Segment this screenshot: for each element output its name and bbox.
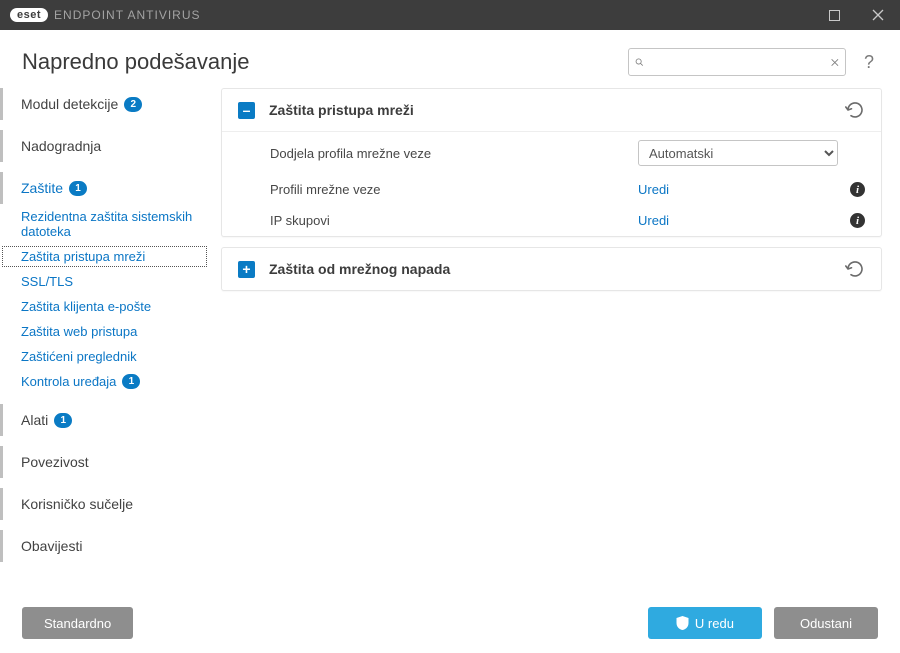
close-icon	[872, 9, 884, 21]
panel-mrezni-napad: + Zaštita od mrežnog napada	[221, 247, 882, 291]
sidebar-item-zastite[interactable]: Zaštite 1	[0, 172, 209, 204]
sidebar-item-web[interactable]: Zaštita web pristupa	[0, 319, 209, 344]
badge: 2	[124, 97, 142, 112]
row-label: Profili mrežne veze	[270, 182, 626, 197]
search-icon	[635, 55, 643, 69]
sidebar-item-label: Rezidentna zaštita sistemskih datoteka	[21, 209, 195, 239]
sidebar-item-label: Zaštita klijenta e-pošte	[21, 299, 151, 314]
default-button[interactable]: Standardno	[22, 607, 133, 639]
sidebar-item-obavijesti[interactable]: Obavijesti	[0, 530, 209, 562]
sidebar-item-label: SSL/TLS	[21, 274, 73, 289]
sidebar-item-nadogradnja[interactable]: Nadogradnja	[0, 130, 209, 162]
maximize-button[interactable]	[812, 0, 856, 30]
titlebar: eset ENDPOINT ANTIVIRUS	[0, 0, 900, 30]
clear-icon[interactable]	[831, 56, 839, 69]
footer: Standardno U redu Odustani	[0, 593, 900, 653]
info-icon[interactable]: i	[850, 182, 865, 197]
sidebar-item-eposta[interactable]: Zaštita klijenta e-pošte	[0, 294, 209, 319]
sidebar-item-sucelje[interactable]: Korisničko sučelje	[0, 488, 209, 520]
edit-link[interactable]: Uredi	[638, 182, 669, 197]
row-label: IP skupovi	[270, 213, 626, 228]
sidebar-item-uredjaji[interactable]: Kontrola uređaja 1	[0, 369, 209, 394]
window-buttons	[812, 0, 900, 30]
profile-assign-select[interactable]: Automatski	[638, 140, 838, 166]
badge: 1	[69, 181, 87, 196]
search-input[interactable]	[649, 55, 825, 70]
sidebar-item-label: Alati	[21, 412, 48, 428]
collapse-icon[interactable]: –	[238, 102, 255, 119]
sidebar-item-povezivost[interactable]: Povezivost	[0, 446, 209, 478]
shield-icon	[676, 616, 689, 630]
sidebar-item-label: Povezivost	[21, 454, 89, 470]
badge: 1	[54, 413, 72, 428]
sidebar-item-label: Kontrola uređaja	[21, 374, 116, 389]
sidebar-item-label: Zaštita pristupa mreži	[21, 249, 145, 264]
square-icon	[829, 10, 840, 21]
sidebar-item-pristup-mrezi[interactable]: Zaštita pristupa mreži	[0, 244, 209, 269]
info-icon[interactable]: i	[850, 213, 865, 228]
badge: 1	[122, 374, 140, 389]
panel-pristup-mrezi: – Zaštita pristupa mreži Dodjela profila…	[221, 88, 882, 237]
panel-header[interactable]: – Zaštita pristupa mreži	[222, 89, 881, 131]
panel-header[interactable]: + Zaštita od mrežnog napada	[222, 248, 881, 290]
row-profile-assign: Dodjela profila mrežne veze Automatski	[222, 132, 881, 174]
panel-title: Zaštita pristupa mreži	[269, 102, 831, 118]
cancel-button[interactable]: Odustani	[774, 607, 878, 639]
ok-label: U redu	[695, 616, 734, 631]
brand: eset ENDPOINT ANTIVIRUS	[10, 8, 201, 22]
sidebar-item-rezidentna[interactable]: Rezidentna zaštita sistemskih datoteka	[0, 204, 209, 244]
panel-title: Zaštita od mrežnog napada	[269, 261, 831, 277]
row-label: Dodjela profila mrežne veze	[270, 146, 626, 161]
sidebar-item-label: Zaštite	[21, 180, 63, 196]
sidebar-item-label: Zaštićeni preglednik	[21, 349, 137, 364]
row-profiles: Profili mrežne veze Uredi i	[222, 174, 881, 205]
sidebar-item-label: Korisničko sučelje	[21, 496, 133, 512]
help-button[interactable]: ?	[860, 52, 878, 73]
product-name: ENDPOINT ANTIVIRUS	[54, 8, 200, 22]
content: – Zaštita pristupa mreži Dodjela profila…	[217, 88, 900, 593]
sidebar-item-label: Modul detekcije	[21, 96, 118, 112]
sidebar-item-label: Nadogradnja	[21, 138, 101, 154]
undo-icon[interactable]	[845, 101, 865, 119]
page-title: Napredno podešavanje	[22, 49, 250, 75]
ok-button[interactable]: U redu	[648, 607, 762, 639]
sidebar-item-label: Zaštita web pristupa	[21, 324, 137, 339]
search-box[interactable]	[628, 48, 846, 76]
sidebar: Modul detekcije 2 Nadogradnja Zaštite 1 …	[0, 88, 217, 593]
undo-icon[interactable]	[845, 260, 865, 278]
sidebar-item-modul-detekcije[interactable]: Modul detekcije 2	[0, 88, 209, 120]
brand-logo: eset	[10, 8, 48, 22]
sidebar-item-label: Obavijesti	[21, 538, 82, 554]
edit-link[interactable]: Uredi	[638, 213, 669, 228]
expand-icon[interactable]: +	[238, 261, 255, 278]
sidebar-item-ssltls[interactable]: SSL/TLS	[0, 269, 209, 294]
sidebar-item-preglednik[interactable]: Zaštićeni preglednik	[0, 344, 209, 369]
row-ipsets: IP skupovi Uredi i	[222, 205, 881, 236]
close-button[interactable]	[856, 0, 900, 30]
header: Napredno podešavanje ?	[0, 30, 900, 88]
sidebar-item-alati[interactable]: Alati 1	[0, 404, 209, 436]
